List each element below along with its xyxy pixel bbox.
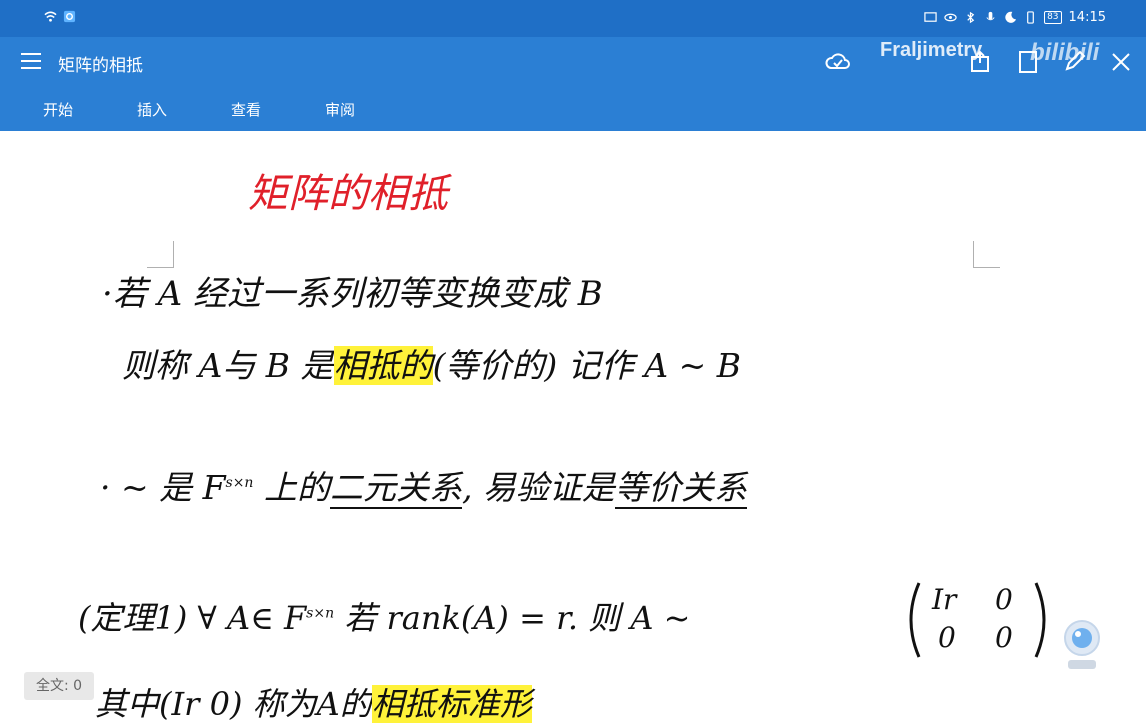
crop-mark-left: [147, 241, 174, 268]
note-canvas[interactable]: 矩阵的相抵 ·若 A 经过一系列初等变换变成 B 则称 A与 B 是相抵的(等价…: [0, 131, 1146, 723]
note-line-3-mid: 上的: [253, 468, 330, 507]
note-line-4: (定理1) ∀ A∈ Fs×n 若 rank(A) = r. 则 A ~: [78, 593, 690, 639]
matrix-cell-1-1: 0: [995, 621, 1013, 654]
matrix-cell-0-1: 0: [995, 583, 1013, 616]
note-line-3-prefix: · ~ 是 F: [100, 468, 226, 507]
highlight-canonical-form: 相抵标准形: [371, 685, 532, 723]
share-icon[interactable]: [968, 49, 994, 75]
note-line-3: · ~ 是 Fs×n 上的二元关系, 易验证是等价关系: [100, 461, 747, 509]
matrix-cell-1-0: 0: [938, 621, 956, 654]
note-line-1: ·若 A 经过一系列初等变换变成 B: [102, 274, 603, 314]
floating-assistant-icon[interactable]: [1062, 618, 1102, 672]
ribbon-tabs: 开始 插入 查看 审阅: [0, 87, 1146, 131]
title-bar: 矩阵的相抵 Fraljimetry bilibili: [0, 37, 1146, 87]
document-title: 矩阵的相抵: [58, 56, 143, 76]
moon-icon: [1005, 11, 1017, 23]
note-line-4-suffix: 若 rank(A) = r. 则 A ~: [334, 599, 691, 637]
note-line-5-prefix: 其中(Ir 0) 称为A的: [95, 685, 372, 723]
watermark-text: Fraljimetry: [880, 39, 983, 61]
note-line-2-suffix: (等价的) 记作 A ~ B: [432, 346, 742, 385]
wifi-icon: [44, 11, 57, 22]
tab-view[interactable]: 查看: [231, 99, 261, 120]
microphone-icon: [986, 11, 995, 21]
app-notification-icon: [63, 10, 76, 23]
underline-binary-relation: 二元关系: [329, 468, 462, 509]
cloud-sync-icon[interactable]: [825, 49, 851, 75]
note-line-4-sup: s×n: [306, 605, 335, 622]
word-count-badge: 全文: 0: [24, 672, 94, 700]
note-line-2-prefix: 则称 A与 B 是: [122, 346, 334, 385]
clock: 14:15: [1068, 10, 1106, 25]
tab-start[interactable]: 开始: [43, 99, 73, 120]
cast-icon: [924, 12, 937, 22]
matrix-cell-ir: Ir: [932, 583, 957, 616]
note-line-3-mid2: , 易验证是: [461, 468, 615, 507]
vibrate-icon: [1027, 11, 1034, 24]
close-icon[interactable]: [1108, 49, 1134, 75]
status-bar: 83 14:15: [0, 0, 1146, 37]
eye-icon: [944, 13, 957, 22]
note-line-2: 则称 A与 B 是相抵的(等价的) 记作 A ~ B: [122, 339, 741, 387]
highlight-equivalent: 相抵的: [333, 346, 433, 385]
block-matrix-brackets: [909, 582, 1046, 658]
note-line-5: 其中(Ir 0) 称为A的相抵标准形: [95, 679, 532, 725]
tab-review[interactable]: 审阅: [325, 99, 355, 120]
note-line-4-prefix: (定理1) ∀ A∈ F: [78, 599, 307, 637]
bluetooth-icon: [967, 11, 975, 24]
crop-mark-right: [973, 241, 1000, 268]
note-line-3-sup: s×n: [225, 475, 254, 491]
underline-equivalence-relation: 等价关系: [614, 468, 747, 509]
hamburger-menu-icon[interactable]: [20, 50, 42, 72]
battery-indicator: 83: [1044, 11, 1062, 24]
tab-insert[interactable]: 插入: [137, 99, 167, 120]
note-heading: 矩阵的相抵: [248, 171, 448, 217]
edit-icon[interactable]: [1062, 49, 1088, 75]
